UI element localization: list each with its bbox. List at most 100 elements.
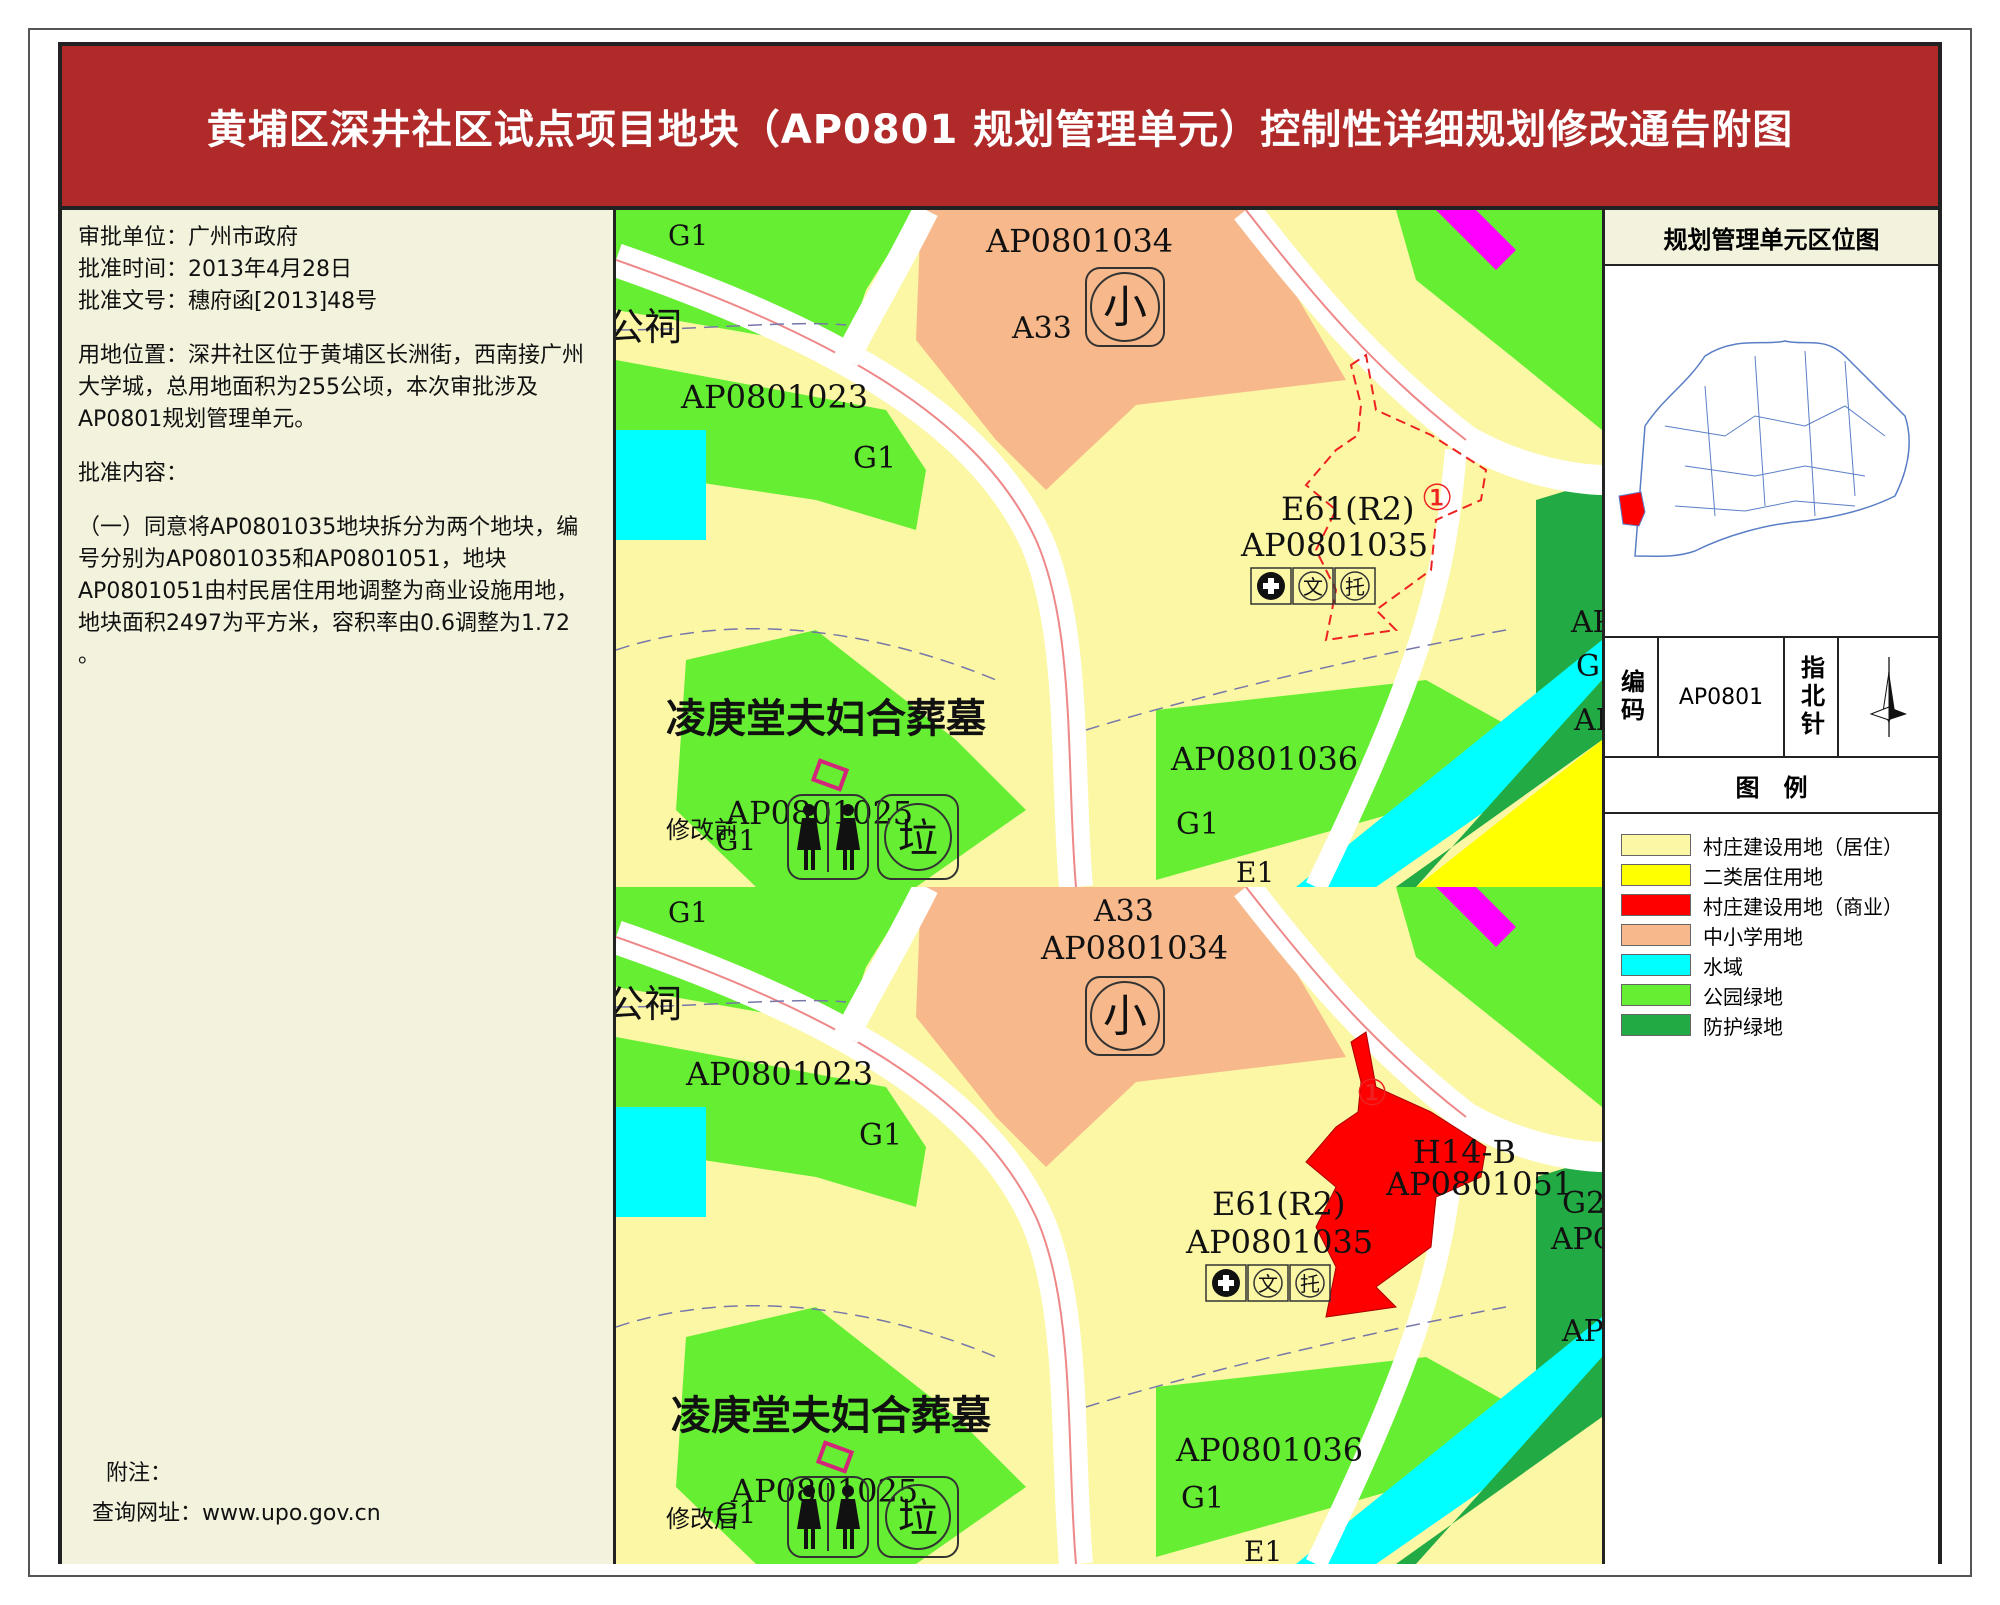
north-arrow-cell	[1839, 638, 1938, 756]
legend-label: 村庄建设用地（商业）	[1703, 894, 1903, 919]
ancestral-hall-label: 公祠	[616, 982, 682, 1026]
legend-swatch	[1621, 1014, 1691, 1036]
parcel-label-e1: E1	[1244, 1535, 1282, 1564]
code-row: 编码 AP0801 指北针	[1605, 638, 1938, 758]
content-text: （一）同意将AP0801035地块拆分为两个地块，编号分别为AP0801035和…	[78, 515, 579, 668]
parcel-label-g1: G1	[1176, 807, 1219, 842]
locator-title: 规划管理单元区位图	[1605, 210, 1938, 266]
water-parcel	[616, 430, 706, 540]
title-bar: 黄埔区深井社区试点项目地块（AP0801 规划管理单元）控制性详细规划修改通告附…	[62, 46, 1938, 210]
parcel-label-ap0801023: AP0801023	[680, 378, 868, 416]
legend-label: 公园绿地	[1703, 984, 1783, 1009]
legend-swatch	[1621, 984, 1691, 1006]
page-title: 黄埔区深井社区试点项目地块（AP0801 规划管理单元）控制性详细规划修改通告附…	[206, 107, 1794, 153]
legend-swatch	[1621, 894, 1691, 916]
legend-item: 水域	[1621, 950, 1922, 980]
modification-marker: ①	[1421, 478, 1453, 519]
notes: 附注： 查询网址：www.upo.gov.cn	[92, 1454, 381, 1534]
north-label: 指北针	[1796, 655, 1825, 739]
culture-icon-label: 文	[1303, 575, 1323, 599]
north-label-cell: 指北针	[1785, 638, 1839, 756]
ancestral-hall-label: 公祠	[616, 305, 682, 349]
parcel-label-ap: AP	[1570, 605, 1602, 640]
parcel-label-ap0801036: AP0801036	[1170, 740, 1358, 778]
parcel-label-ap0: AP0	[1573, 703, 1602, 738]
approval-date-text: 批准时间：2013年4月28日	[78, 257, 352, 282]
legend-item: 公园绿地	[1621, 980, 1922, 1010]
map-before-canvas: G1 AP0801034 A33 小 公祠 AP0801023 G1 E61(R…	[616, 210, 1602, 887]
parcel-label-g1: G1	[668, 896, 708, 929]
location-text: 用地位置：深井社区位于黄埔区长洲街，西南接广州大学城，总用地面积为255公顷，本…	[78, 343, 585, 432]
legend-item: 防护绿地	[1621, 1010, 1922, 1040]
nursery-icon-label: 托	[1345, 575, 1365, 599]
parcel-label-g1: G1	[853, 441, 896, 476]
side-panel: 规划管理单元区位图 编码 AP0801 指北针 图 例 村庄建设用地（居住） 二…	[1602, 210, 1938, 1564]
legend-item: 中小学用地	[1621, 920, 1922, 950]
content-heading: 批准内容：	[78, 461, 189, 486]
map-before-caption: 修改前	[666, 816, 738, 844]
legend-swatch	[1621, 954, 1691, 976]
map-after-canvas: G1 A33 AP0801034 小 公祠 AP0801023 G1 ① H14…	[616, 887, 1602, 1564]
district-outline	[1634, 340, 1910, 558]
legend-label: 村庄建设用地（居住）	[1703, 834, 1903, 859]
legend-item: 村庄建设用地（商业）	[1621, 890, 1922, 920]
map-after: G1 A33 AP0801034 小 公祠 AP0801023 G1 ① H14…	[616, 887, 1602, 1564]
locator-map	[1605, 266, 1938, 638]
modification-marker: ①	[1356, 1073, 1388, 1114]
parcel-label-g2: G2	[1576, 649, 1602, 684]
north-arrow-icon	[1869, 657, 1907, 737]
garbage-station-label: 垃	[898, 1496, 938, 1542]
legend-swatch	[1621, 864, 1691, 886]
maps-area: G1 AP0801034 A33 小 公祠 AP0801023 G1 E61(R…	[616, 210, 1602, 1564]
nursery-icon-label: 托	[1300, 1272, 1320, 1296]
parcel-label-e1: E1	[1236, 856, 1274, 887]
parcel-label-g2: G2	[1562, 1186, 1602, 1221]
code-value: AP0801	[1678, 684, 1764, 710]
garbage-station-label: 垃	[898, 816, 938, 862]
legend-swatch	[1621, 924, 1691, 946]
water-parcel	[616, 1107, 706, 1217]
parcel-label-ap0801036: AP0801036	[1175, 1431, 1363, 1469]
code-label-cell: 编码	[1605, 638, 1659, 756]
clinic-icon-cross	[1268, 578, 1274, 594]
locator-map-canvas	[1618, 340, 1910, 558]
school-icon-label: 小	[1103, 991, 1147, 1042]
parcel-label-ap0801035: AP0801035	[1240, 526, 1428, 564]
ap0801-highlight	[1618, 491, 1646, 527]
legend-swatch	[1621, 834, 1691, 856]
parcel-label-e61: E61(R2)	[1212, 1185, 1346, 1223]
legend-label: 中小学用地	[1703, 924, 1803, 949]
parcel-label-g1: G1	[668, 219, 708, 252]
figure-sheet: 黄埔区深井社区试点项目地块（AP0801 规划管理单元）控制性详细规划修改通告附…	[58, 42, 1942, 1564]
parcel-label-ap0801023: AP0801023	[685, 1055, 873, 1093]
approver-text: 审批单位：广州市政府	[78, 225, 299, 250]
parcel-label-ap0801034: AP0801034	[1040, 929, 1228, 967]
code-label: 编码	[1616, 669, 1645, 725]
notes-url: 查询网址：www.upo.gov.cn	[92, 1501, 381, 1526]
legend-label: 二类居住用地	[1703, 864, 1823, 889]
culture-icon-label: 文	[1258, 1272, 1278, 1296]
tomb-label: 凌庚堂夫妇合葬墓	[671, 1393, 992, 1439]
legend: 村庄建设用地（居住） 二类居住用地 村庄建设用地（商业） 中小学用地 水域 公园…	[1605, 814, 1938, 1056]
clinic-icon-cross	[1223, 1275, 1229, 1291]
legend-label: 水域	[1703, 954, 1743, 979]
parcel-label-g1: G1	[859, 1118, 902, 1153]
notes-heading: 附注：	[106, 1461, 173, 1486]
parcel-label-e61: E61(R2)	[1281, 490, 1415, 528]
code-value-cell: AP0801	[1659, 638, 1785, 756]
school-icon-label: 小	[1103, 282, 1147, 333]
legend-label: 防护绿地	[1703, 1014, 1783, 1039]
parcel-label-apc: APC	[1550, 1222, 1602, 1257]
parcel-label-a33: A33	[1011, 311, 1072, 346]
map-before: G1 AP0801034 A33 小 公祠 AP0801023 G1 E61(R…	[616, 210, 1602, 890]
legend-title: 图 例	[1605, 758, 1938, 814]
legend-item: 村庄建设用地（居住）	[1621, 830, 1922, 860]
parcel-label-g1: G1	[1181, 1481, 1224, 1516]
info-panel: 审批单位：广州市政府 批准时间：2013年4月28日 批准文号：穗府函[2013…	[62, 210, 616, 1564]
parcel-label-ap0801034: AP0801034	[985, 222, 1173, 260]
map-after-caption: 修改后	[666, 1505, 738, 1533]
legend-item: 二类居住用地	[1621, 860, 1922, 890]
parcel-label-ap: AP	[1561, 1314, 1602, 1349]
document-number-text: 批准文号：穗府函[2013]48号	[78, 289, 378, 314]
parcel-label-ap0801035: AP0801035	[1185, 1223, 1373, 1261]
